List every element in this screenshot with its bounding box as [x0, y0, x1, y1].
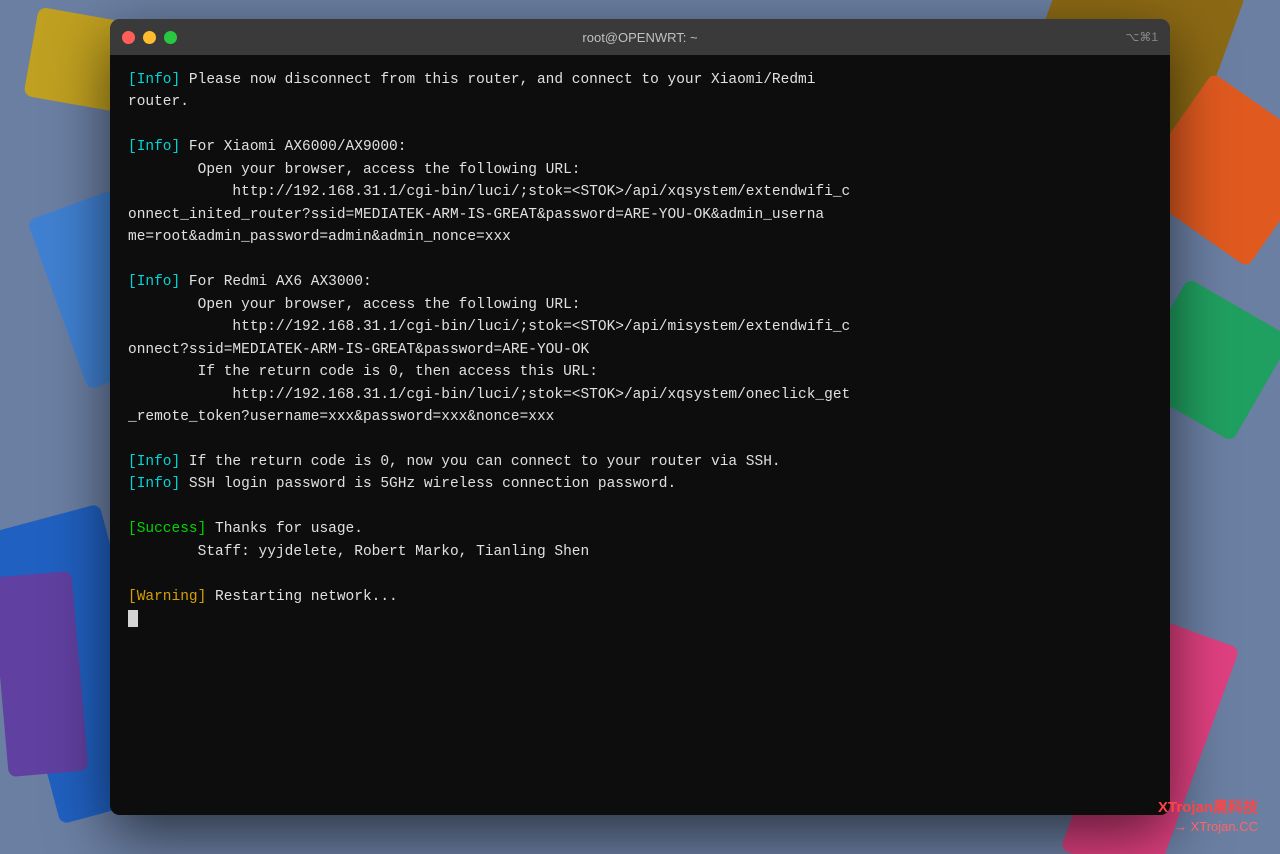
cursor [128, 610, 138, 627]
terminal-cursor-line [128, 608, 1152, 630]
terminal-window: root@OPENWRT: ~ ⌥⌘1 [Info] Please now di… [110, 19, 1170, 815]
window-shortcut: ⌥⌘1 [1125, 30, 1158, 44]
traffic-lights [122, 31, 177, 44]
terminal-empty-2 [128, 249, 1152, 271]
tag-info-2: [Info] [128, 139, 180, 155]
terminal-line-15: [Info] If the return code is 0, now you … [128, 451, 1152, 473]
tag-success-1: [Success] [128, 521, 206, 537]
terminal-line-4: Open your browser, access the following … [128, 159, 1152, 181]
terminal-empty-1 [128, 114, 1152, 136]
terminal-empty-5 [128, 563, 1152, 585]
terminal-line-11: onnect?ssid=MEDIATEK-ARM-IS-GREAT&passwo… [128, 339, 1152, 361]
close-button[interactable] [122, 31, 135, 44]
terminal-body[interactable]: [Info] Please now disconnect from this r… [110, 55, 1170, 815]
terminal-line-1: [Info] Please now disconnect from this r… [128, 69, 1152, 91]
terminal-empty-3 [128, 429, 1152, 451]
terminal-line-8: [Info] For Redmi AX6 AX3000: [128, 271, 1152, 293]
terminal-line-12: If the return code is 0, then access thi… [128, 361, 1152, 383]
window-title: root@OPENWRT: ~ [582, 30, 697, 45]
terminal-line-14: _remote_token?username=xxx&password=xxx&… [128, 406, 1152, 428]
terminal-line-6: onnect_inited_router?ssid=MEDIATEK-ARM-I… [128, 204, 1152, 226]
terminal-line-5: http://192.168.31.1/cgi-bin/luci/;stok=<… [128, 181, 1152, 203]
terminal-empty-4 [128, 496, 1152, 518]
terminal-line-17: [Success] Thanks for usage. [128, 518, 1152, 540]
tag-info-5: [Info] [128, 476, 180, 492]
terminal-line-9: Open your browser, access the following … [128, 294, 1152, 316]
title-bar: root@OPENWRT: ~ ⌥⌘1 [110, 19, 1170, 55]
watermark-brand: XTrojan黑科技 [1158, 797, 1258, 818]
tag-info-3: [Info] [128, 274, 180, 290]
tag-info-1: [Info] [128, 72, 180, 88]
terminal-line-13: http://192.168.31.1/cgi-bin/luci/;stok=<… [128, 384, 1152, 406]
terminal-line-2: router. [128, 91, 1152, 113]
minimize-button[interactable] [143, 31, 156, 44]
tag-info-4: [Info] [128, 454, 180, 470]
terminal-line-10: http://192.168.31.1/cgi-bin/luci/;stok=<… [128, 316, 1152, 338]
terminal-line-3: [Info] For Xiaomi AX6000/AX9000: [128, 136, 1152, 158]
maximize-button[interactable] [164, 31, 177, 44]
watermark: XTrojan黑科技 → XTrojan.CC [1158, 797, 1258, 836]
tag-warning-1: [Warning] [128, 589, 206, 605]
terminal-line-18: Staff: yyjdelete, Robert Marko, Tianling… [128, 541, 1152, 563]
terminal-line-19: [Warning] Restarting network... [128, 586, 1152, 608]
watermark-url: → XTrojan.CC [1158, 818, 1258, 836]
terminal-line-7: me=root&admin_password=admin&admin_nonce… [128, 226, 1152, 248]
terminal-line-16: [Info] SSH login password is 5GHz wirele… [128, 473, 1152, 495]
